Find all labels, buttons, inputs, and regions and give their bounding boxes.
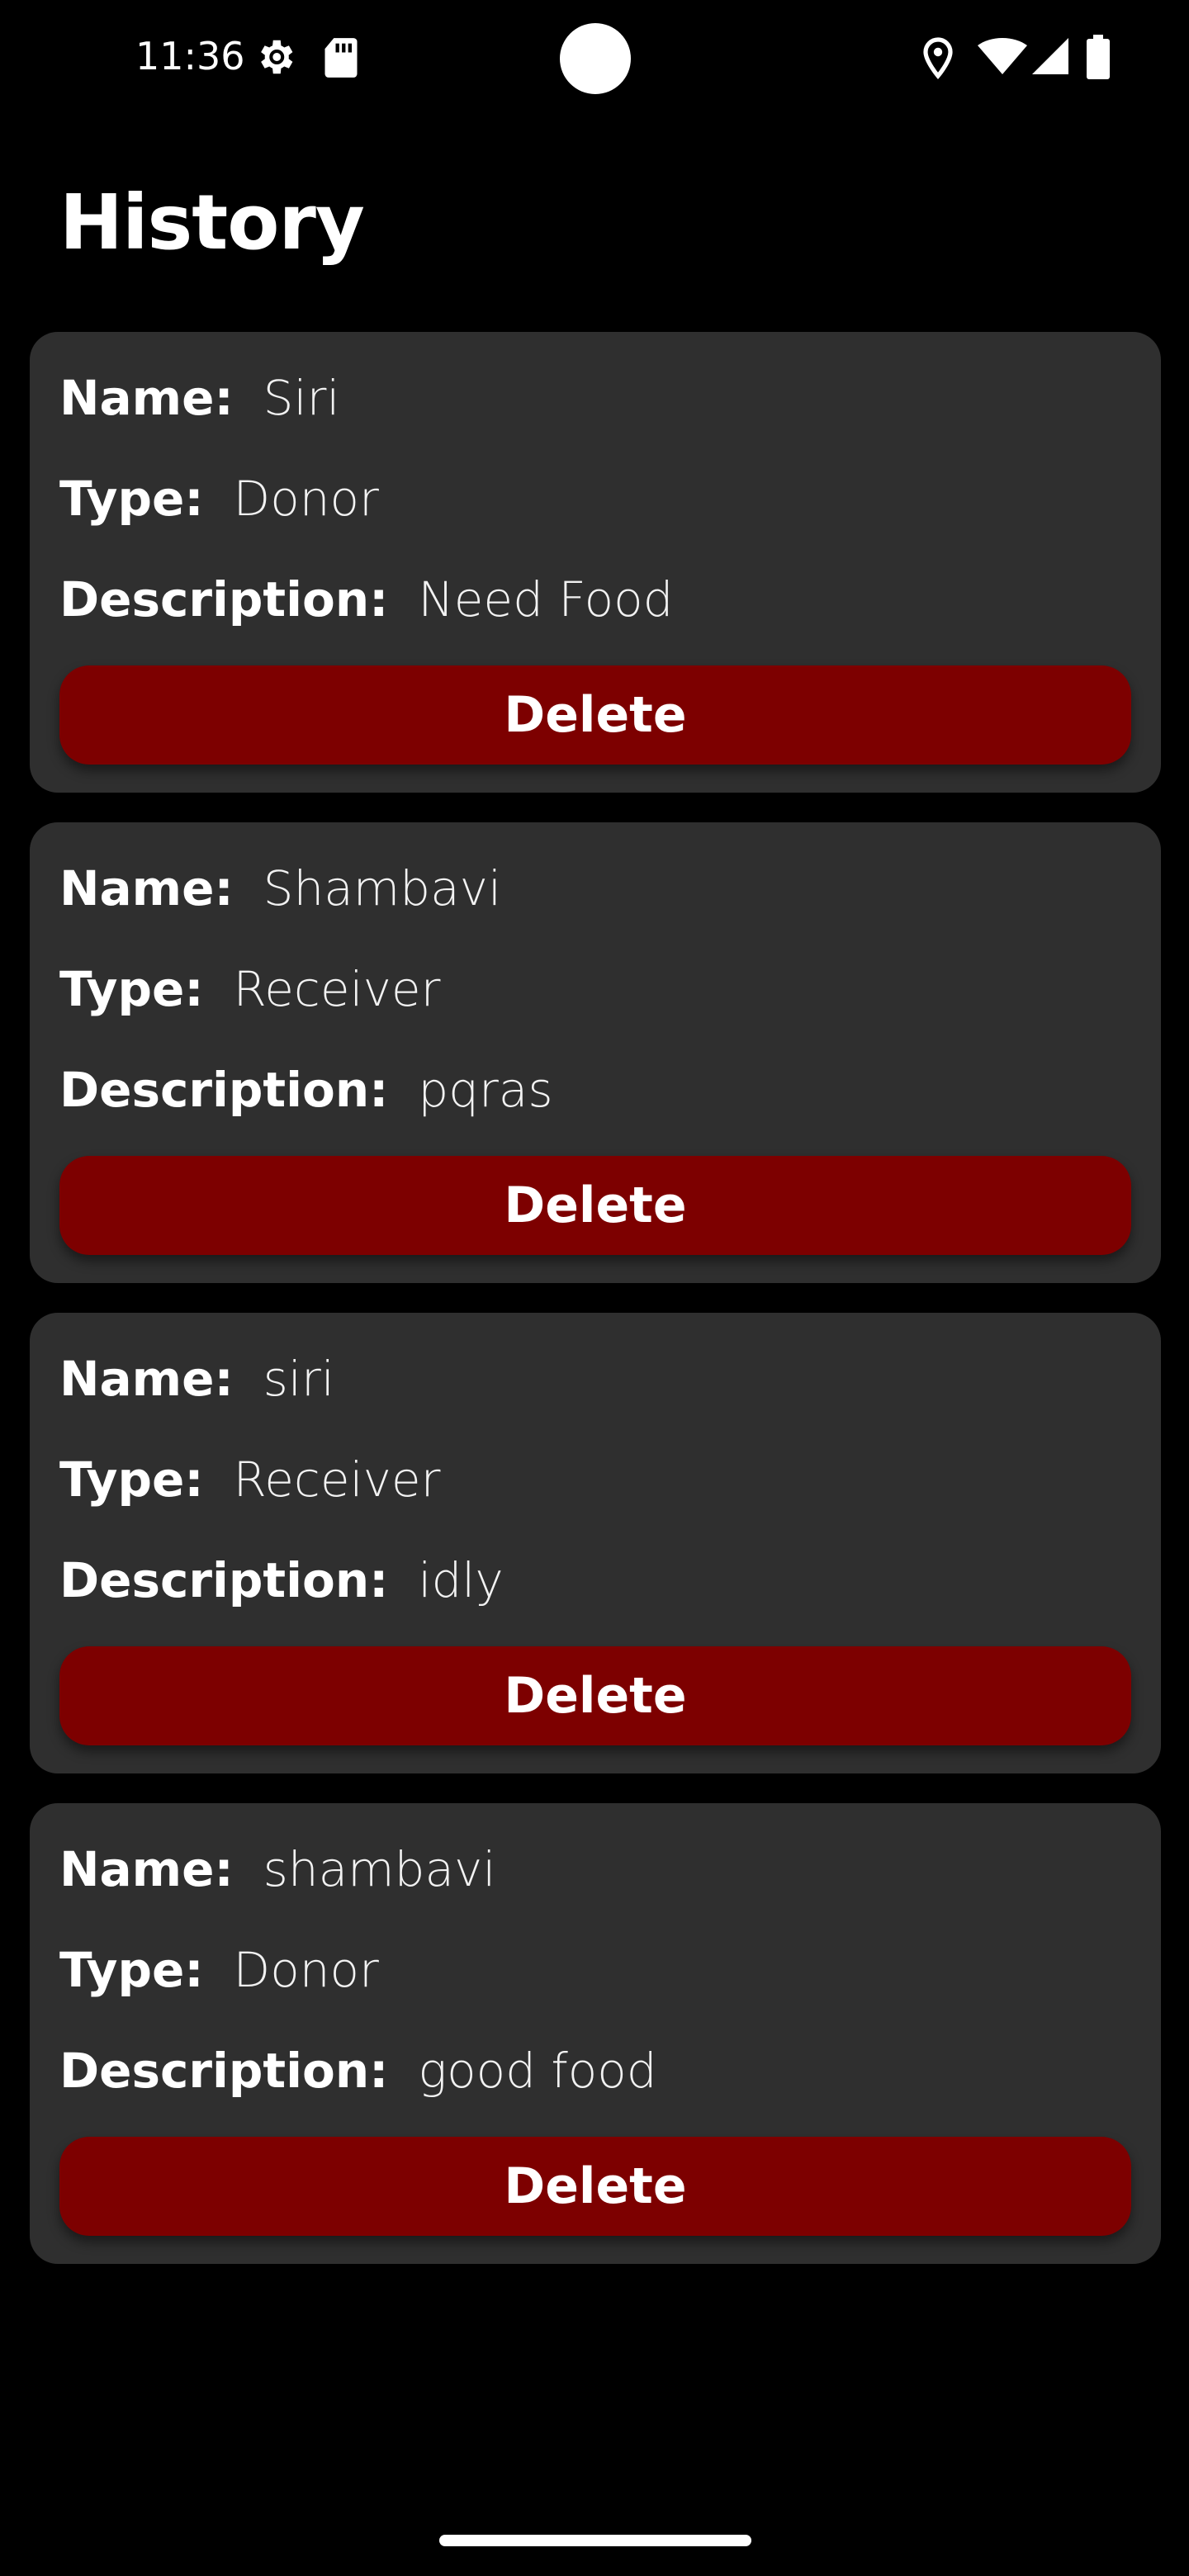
description-label: Description:: [59, 571, 389, 627]
description-label: Description:: [59, 2043, 389, 2099]
description-label: Description:: [59, 1552, 389, 1608]
description-row: Description: good food: [59, 2038, 657, 2104]
type-label: Type:: [59, 1451, 204, 1508]
name-row: Name: shambavi: [59, 1836, 495, 1902]
history-list: Name: Siri Type: Donor Description: Need…: [30, 332, 1161, 2294]
type-label: Type:: [59, 471, 204, 527]
type-value: Donor: [233, 1942, 379, 1998]
description-row: Description: pqras: [59, 1057, 553, 1123]
description-value: good food: [418, 2043, 657, 2099]
battery-icon: [1087, 35, 1110, 79]
description-label: Description:: [59, 1062, 389, 1118]
history-card: Name: Siri Type: Donor Description: Need…: [30, 332, 1161, 793]
description-value: pqras: [418, 1062, 553, 1118]
name-value: Siri: [263, 370, 340, 426]
delete-button[interactable]: Delete: [59, 665, 1131, 765]
name-value: shambavi: [263, 1841, 496, 1897]
type-value: Receiver: [233, 1451, 441, 1508]
status-time: 11:36: [135, 34, 245, 78]
type-row: Type: Receiver: [59, 956, 440, 1022]
delete-button[interactable]: Delete: [59, 2137, 1131, 2236]
name-row: Name: Siri: [59, 365, 340, 431]
name-label: Name:: [59, 1351, 234, 1407]
description-row: Description: idly: [59, 1547, 504, 1613]
settings-gear-icon: [261, 40, 293, 74]
name-label: Name:: [59, 860, 234, 916]
type-label: Type:: [59, 961, 204, 1017]
history-card: Name: Shambavi Type: Receiver Descriptio…: [30, 822, 1161, 1283]
name-row: Name: Shambavi: [59, 855, 501, 921]
type-label: Type:: [59, 1942, 204, 1998]
name-row: Name: siri: [59, 1346, 334, 1412]
history-card: Name: shambavi Type: Donor Description: …: [30, 1803, 1161, 2264]
status-bar: 11:36: [0, 0, 1189, 116]
type-value: Receiver: [233, 961, 441, 1017]
delete-button[interactable]: Delete: [59, 1646, 1131, 1745]
location-icon: [923, 37, 953, 80]
cellular-signal-icon: [1032, 38, 1068, 74]
type-row: Type: Receiver: [59, 1447, 440, 1513]
camera-cutout: [560, 23, 631, 94]
description-row: Description: Need Food: [59, 566, 673, 632]
description-value: idly: [418, 1552, 504, 1608]
name-label: Name:: [59, 1841, 234, 1897]
description-value: Need Food: [418, 571, 674, 627]
history-card: Name: siri Type: Receiver Description: i…: [30, 1313, 1161, 1773]
home-gesture-bar[interactable]: [439, 2535, 751, 2546]
type-row: Type: Donor: [59, 1937, 379, 2003]
type-value: Donor: [233, 471, 379, 527]
page-title: History: [59, 178, 365, 267]
name-value: siri: [263, 1351, 334, 1407]
wifi-icon: [978, 38, 1027, 74]
delete-button[interactable]: Delete: [59, 1156, 1131, 1255]
name-label: Name:: [59, 370, 234, 426]
name-value: Shambavi: [263, 860, 502, 916]
sd-card-icon: [324, 38, 358, 78]
type-row: Type: Donor: [59, 466, 379, 532]
